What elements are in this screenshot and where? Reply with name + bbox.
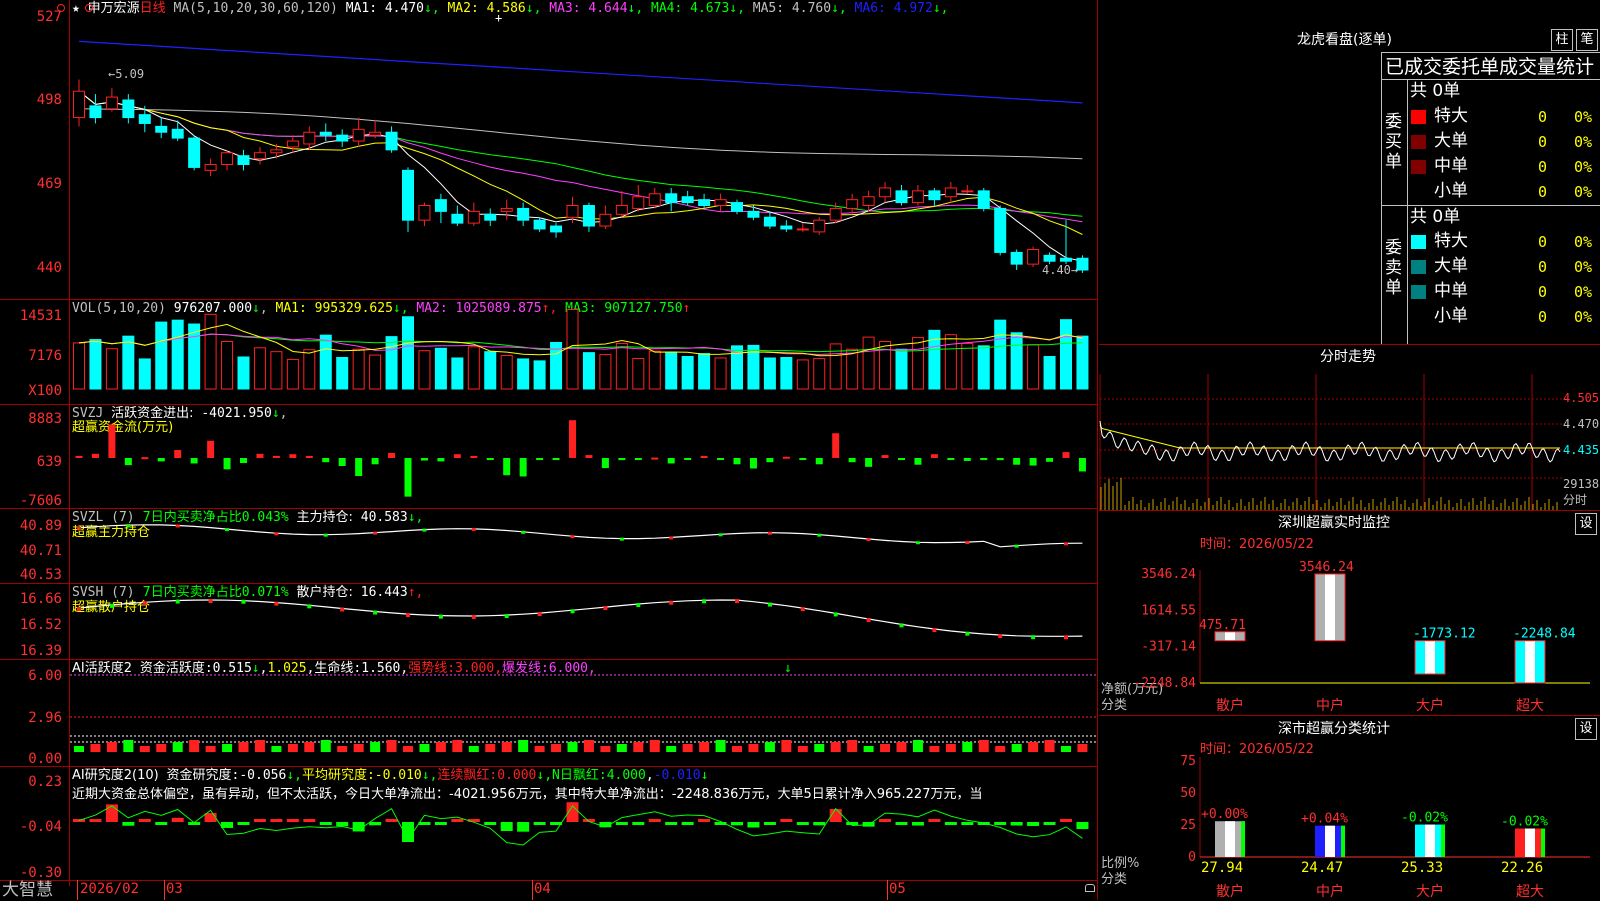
monitor-value-label: -2248.84 bbox=[1513, 627, 1576, 642]
monitor-bar-超大 bbox=[1514, 640, 1546, 684]
monitor-bar-中户 bbox=[1314, 573, 1346, 642]
classify-bar-散户 bbox=[1215, 821, 1245, 857]
monitor-bar-大户 bbox=[1414, 640, 1446, 675]
monitor-ytick: 1614.55 bbox=[1141, 603, 1196, 618]
monitor-bar-散户 bbox=[1214, 631, 1246, 642]
classify-bar-highlight bbox=[1325, 825, 1335, 857]
right-charts-canvas: 3546.24 1614.55 -317.14 -2248.84 475.71 散户 354… bbox=[1099, 374, 1590, 900]
classify-bar-超大 bbox=[1515, 828, 1545, 857]
monitor-bar-highlight bbox=[1525, 640, 1535, 683]
classify-ytick: 0 bbox=[1188, 850, 1196, 865]
classify-bar-highlight bbox=[1525, 828, 1535, 857]
classify-change-label: -0.02% bbox=[1401, 811, 1448, 826]
classify-bar-中户 bbox=[1315, 825, 1345, 857]
classify-change-label: +0.00% bbox=[1201, 807, 1248, 822]
classify-bar-edge bbox=[1441, 824, 1445, 857]
classify-bar-edge bbox=[1541, 828, 1545, 857]
intraday-price-line bbox=[1099, 420, 1561, 463]
classify-value-label: 24.47 bbox=[1301, 860, 1343, 876]
monitor-bar-highlight bbox=[1325, 574, 1335, 641]
classify-ytick: 25 bbox=[1180, 818, 1196, 833]
classify-bar-highlight bbox=[1225, 821, 1235, 857]
classify-ytick: 50 bbox=[1180, 786, 1196, 801]
classify-category-label: 超大 bbox=[1516, 884, 1544, 900]
monitor-category-label: 中户 bbox=[1316, 697, 1344, 714]
monitor-value-label: 475.71 bbox=[1199, 618, 1246, 633]
monitor-value-label: -1773.12 bbox=[1413, 627, 1476, 642]
classify-bar-edge bbox=[1341, 825, 1345, 857]
monitor-category-label: 大户 bbox=[1416, 697, 1444, 714]
classify-category-label: 中户 bbox=[1316, 883, 1344, 900]
monitor-category-label: 散户 bbox=[1216, 697, 1244, 714]
classify-category-label: 散户 bbox=[1216, 883, 1244, 900]
monitor-ytick: 3546.24 bbox=[1141, 567, 1196, 582]
intraday-avg-line bbox=[1099, 424, 1560, 449]
classify-change-label: -0.02% bbox=[1501, 815, 1548, 830]
monitor-bar-highlight bbox=[1225, 631, 1235, 641]
classify-bar-highlight bbox=[1425, 824, 1435, 857]
classify-category-label: 大户 bbox=[1416, 883, 1444, 900]
classify-value-label: 25.33 bbox=[1401, 860, 1443, 876]
monitor-bar-highlight bbox=[1425, 640, 1435, 675]
classify-value-label: 22.26 bbox=[1501, 860, 1543, 876]
monitor-ytick: -317.14 bbox=[1141, 640, 1196, 655]
classify-change-label: +0.04% bbox=[1301, 812, 1348, 827]
classify-ytick: 75 bbox=[1180, 754, 1196, 769]
monitor-category-label: 超大 bbox=[1516, 698, 1544, 714]
monitor-value-label: 3546.24 bbox=[1299, 560, 1354, 575]
monitor-ytick: -2248.84 bbox=[1133, 676, 1196, 691]
classify-bar-edge bbox=[1241, 821, 1245, 857]
classify-bar-大户 bbox=[1415, 824, 1445, 857]
classify-value-label: 27.94 bbox=[1201, 860, 1243, 876]
